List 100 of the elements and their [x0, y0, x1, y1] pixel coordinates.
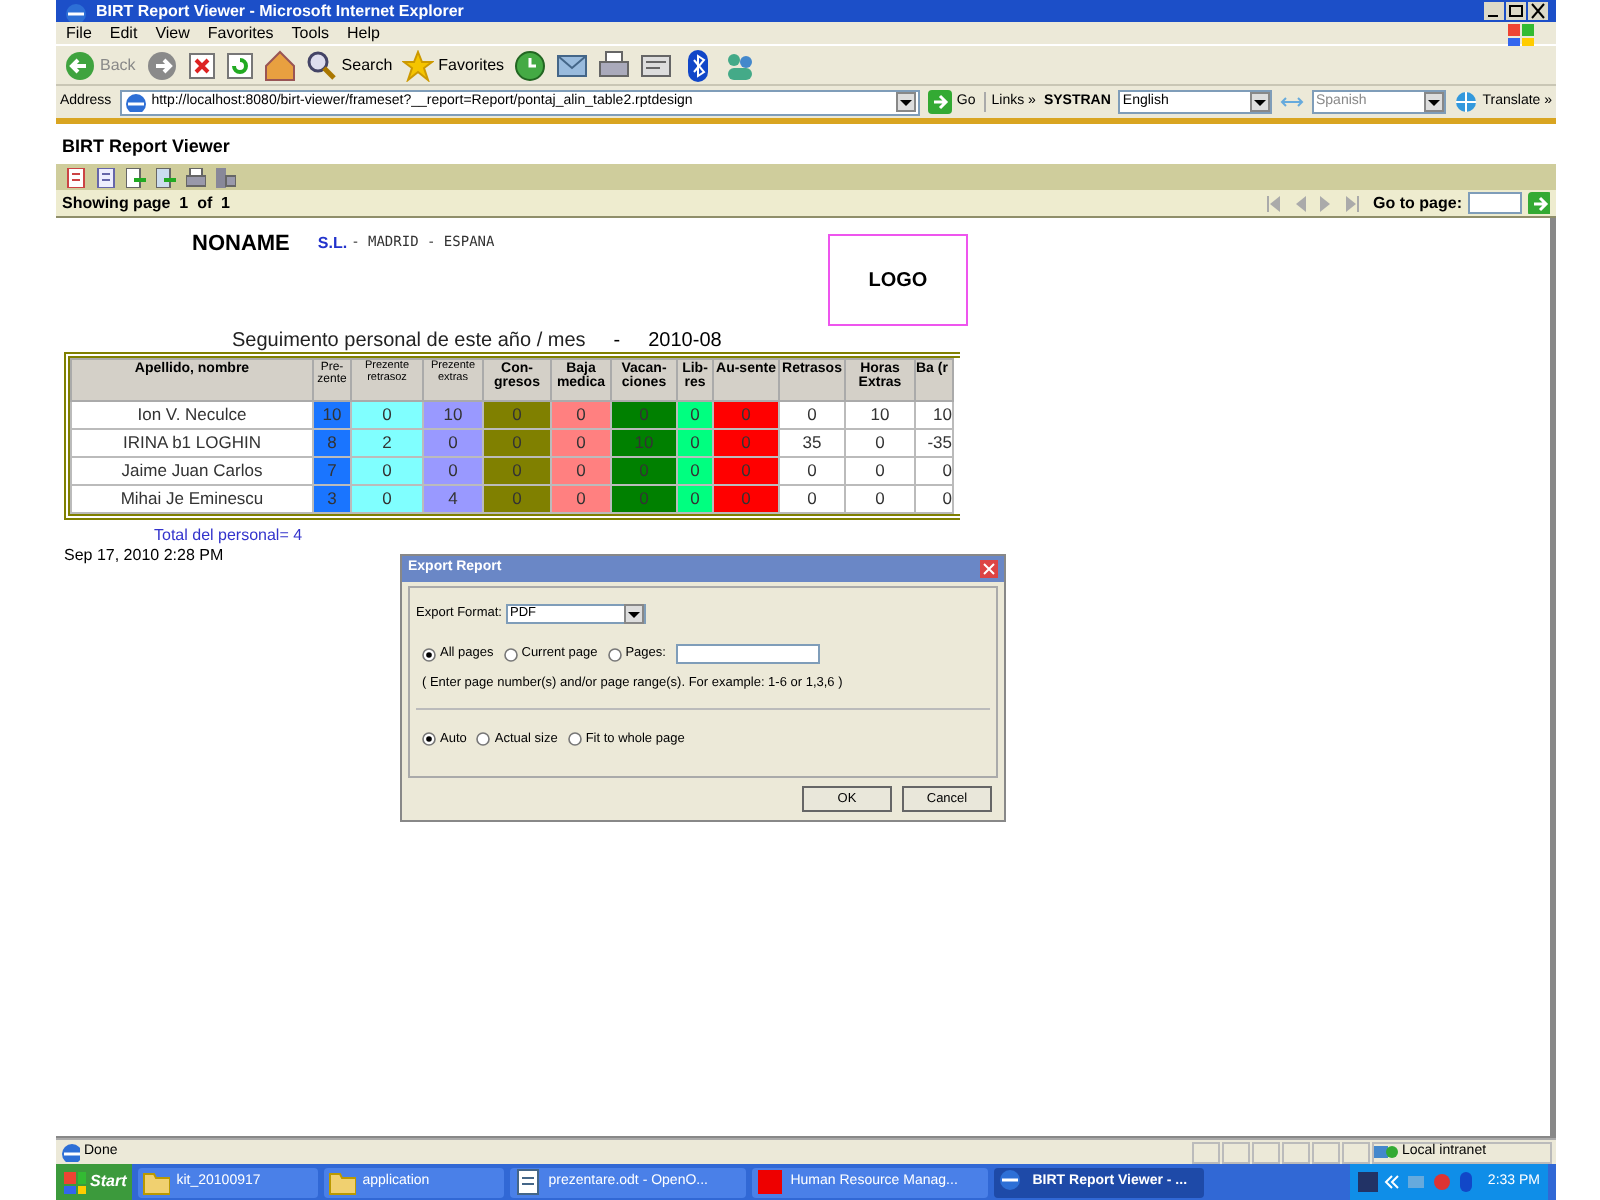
name-cell: Jaime Juan Carlos: [71, 457, 313, 485]
page-info: Showing page 1 of 1: [62, 191, 231, 215]
favorites-button[interactable]: Favorites: [402, 49, 505, 81]
table-cell: 0: [845, 457, 915, 485]
export-report-icon[interactable]: [156, 167, 176, 187]
status-panel: [1252, 1141, 1280, 1163]
company-suffix: S.L.: [317, 236, 348, 252]
status-panel: [1222, 1141, 1250, 1163]
table-cell: 2: [351, 429, 423, 457]
table-cell: 0: [611, 457, 677, 485]
menu-item[interactable]: Help: [346, 25, 380, 41]
windows-logo-icon: [1506, 21, 1538, 45]
radio-button[interactable]: [567, 732, 582, 747]
report-period: 2010-08: [648, 332, 722, 352]
radio-button[interactable]: [422, 647, 436, 661]
table-cell: 0: [551, 429, 611, 457]
name-cell: IRINA b1 LOGHIN: [71, 429, 313, 457]
report-date: Sep 17, 2010 2:28 PM: [64, 546, 224, 564]
status-panel: [1282, 1141, 1310, 1163]
table-cell: 0: [713, 429, 779, 457]
title-separator: -: [613, 332, 621, 352]
mail-icon[interactable]: [556, 49, 589, 81]
globe-icon: [1454, 90, 1479, 114]
refresh-icon[interactable]: [225, 51, 254, 79]
table-cell: 10: [611, 429, 677, 457]
search-button[interactable]: Search: [305, 49, 393, 81]
go-arrow-icon[interactable]: [1528, 192, 1550, 214]
table-cell: 0: [915, 485, 953, 513]
page-icon: [123, 92, 148, 112]
printer-icon[interactable]: [186, 167, 206, 187]
table-cell: 0: [351, 485, 423, 513]
table-cell: 0: [713, 485, 779, 513]
star-icon: [402, 49, 435, 81]
page-number-field[interactable]: [1468, 192, 1522, 214]
windows-logo-icon: [62, 1170, 86, 1194]
table-cell: 0: [483, 457, 551, 485]
viewer-title: BIRT Report Viewer: [62, 133, 230, 160]
go-arrow-icon: [928, 90, 953, 114]
history-icon[interactable]: [514, 49, 547, 81]
menu-item[interactable]: File: [66, 25, 92, 41]
table-cell: 0: [713, 401, 779, 429]
table-cell: 0: [423, 457, 483, 485]
people-icon[interactable]: [724, 49, 757, 81]
window-title: BIRT Report Viewer - Microsoft Internet Explorer: [96, 3, 464, 19]
table-cell: 0: [713, 457, 779, 485]
table-cell: 0: [779, 485, 845, 513]
pages-field[interactable]: [675, 644, 820, 664]
folder-icon: [328, 1168, 357, 1196]
report-title: Seguimento personal de este año / mes: [232, 332, 586, 352]
table-cell: -35: [915, 429, 953, 457]
radio-button[interactable]: [503, 647, 518, 661]
close-icon[interactable]: [1528, 2, 1548, 20]
document-icon: [514, 1168, 543, 1196]
menu-item[interactable]: Favorites: [207, 25, 274, 41]
menu-item[interactable]: View: [155, 25, 190, 41]
parameters-icon[interactable]: [96, 167, 116, 187]
table-cell: 0: [551, 401, 611, 429]
table-cell: 0: [779, 457, 845, 485]
status-panel: [1312, 1141, 1340, 1163]
table-cell: 0: [351, 457, 423, 485]
maximize-icon[interactable]: [1506, 2, 1526, 20]
name-cell: Ion V. Neculce: [71, 401, 313, 429]
minimize-icon[interactable]: [1484, 2, 1504, 20]
search-icon: [305, 49, 338, 81]
page-icon: [60, 1142, 80, 1162]
radio-button[interactable]: [476, 732, 491, 747]
name-cell: Mihai Je Eminescu: [71, 485, 313, 513]
company-name: NONAME: [192, 234, 290, 256]
home-icon[interactable]: [263, 49, 296, 81]
export-data-icon[interactable]: [126, 167, 146, 187]
stop-icon[interactable]: [187, 51, 216, 79]
table-cell: 10: [845, 401, 915, 429]
menu-item[interactable]: Edit: [109, 25, 138, 41]
table-cell: 0: [423, 429, 483, 457]
table-cell: 0: [845, 485, 915, 513]
table-cell: 4: [423, 485, 483, 513]
status-panel: [1342, 1141, 1370, 1163]
go-to-page-label: Go to page:: [1373, 191, 1462, 215]
edit-icon[interactable]: [640, 49, 673, 81]
menu-item[interactable]: Tools: [291, 25, 329, 41]
table-cell: 0: [483, 401, 551, 429]
printer-icon[interactable]: [598, 49, 631, 81]
start-button[interactable]: Start: [56, 1164, 133, 1200]
table-cell: 10: [423, 401, 483, 429]
radio-button[interactable]: [607, 647, 622, 661]
table-cell: 0: [915, 457, 953, 485]
toc-icon[interactable]: [66, 167, 86, 187]
radio-button[interactable]: [422, 732, 436, 747]
browser-icon: [64, 1, 88, 21]
table-cell: 0: [845, 429, 915, 457]
table-cell: 0: [351, 401, 423, 429]
table-cell: 0: [611, 485, 677, 513]
table-cell: 0: [611, 401, 677, 429]
table-cell: 35: [779, 429, 845, 457]
logo-text: LOGO: [868, 267, 928, 295]
table-cell: 0: [551, 485, 611, 513]
table-cell: 0: [779, 401, 845, 429]
chevron-icon[interactable]: [1383, 1172, 1400, 1192]
app-icon: [756, 1168, 785, 1196]
table-cell: 0: [483, 485, 551, 513]
